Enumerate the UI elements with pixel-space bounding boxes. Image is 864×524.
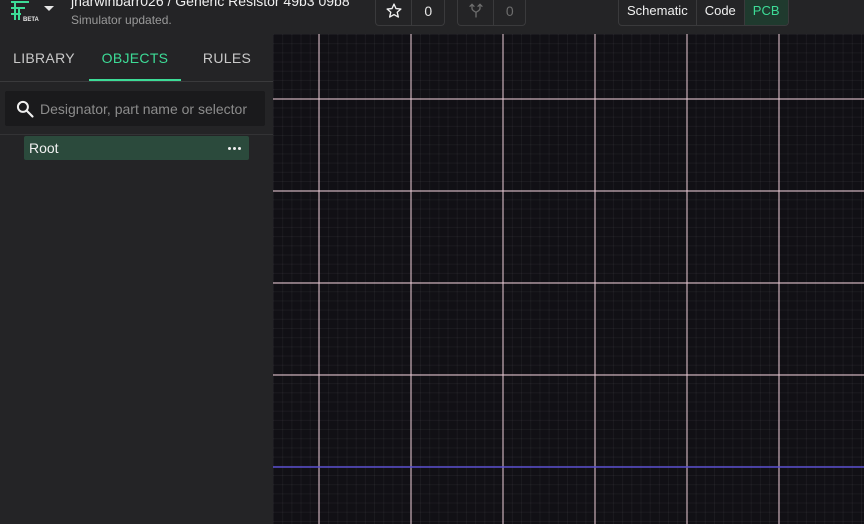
view-tab-code[interactable]: Code bbox=[695, 0, 744, 25]
canvas-grid bbox=[273, 34, 864, 524]
app-logo[interactable]: BETA bbox=[9, 0, 49, 26]
tab-rules[interactable]: RULES bbox=[181, 34, 273, 82]
search-box bbox=[5, 91, 265, 126]
project-title[interactable]: jnarwinbarr026 / Generic Resistor 49b3 0… bbox=[71, 0, 350, 9]
pcb-canvas[interactable] bbox=[273, 34, 864, 524]
tree-item-root[interactable]: Root bbox=[24, 136, 249, 160]
view-tab-pcb[interactable]: PCB bbox=[743, 0, 788, 25]
more-horizontal-icon[interactable] bbox=[228, 140, 242, 156]
star-icon bbox=[386, 2, 402, 18]
tab-objects[interactable]: OBJECTS bbox=[89, 34, 181, 82]
star-count: 0 bbox=[411, 0, 444, 25]
view-tab-schematic[interactable]: Schematic bbox=[619, 0, 696, 25]
top-bar: BETA jnarwinbarr026 / Generic Resistor 4… bbox=[0, 0, 864, 34]
view-switcher: Schematic Code PCB bbox=[618, 0, 789, 26]
search-input[interactable] bbox=[39, 91, 261, 126]
sidebar-tabs: LIBRARY OBJECTS RULES bbox=[0, 34, 273, 82]
fork-count: 0 bbox=[493, 0, 525, 25]
fork-icon bbox=[469, 2, 483, 18]
logo-icon: BETA bbox=[11, 1, 40, 23]
tab-library[interactable]: LIBRARY bbox=[0, 34, 88, 82]
star-group: 0 bbox=[375, 0, 445, 26]
fork-group: 0 bbox=[457, 0, 526, 26]
sidebar: LIBRARY OBJECTS RULES Root bbox=[0, 34, 273, 524]
fork-button[interactable] bbox=[458, 0, 493, 25]
search-icon bbox=[16, 100, 34, 118]
status-text: Simulator updated. bbox=[71, 13, 172, 27]
tree-item-label: Root bbox=[29, 140, 59, 156]
divider bbox=[0, 134, 273, 135]
chevron-down-icon[interactable] bbox=[44, 6, 54, 11]
active-tab-indicator bbox=[89, 79, 181, 81]
star-button[interactable] bbox=[376, 0, 411, 25]
logo-badge: BETA bbox=[23, 17, 40, 23]
